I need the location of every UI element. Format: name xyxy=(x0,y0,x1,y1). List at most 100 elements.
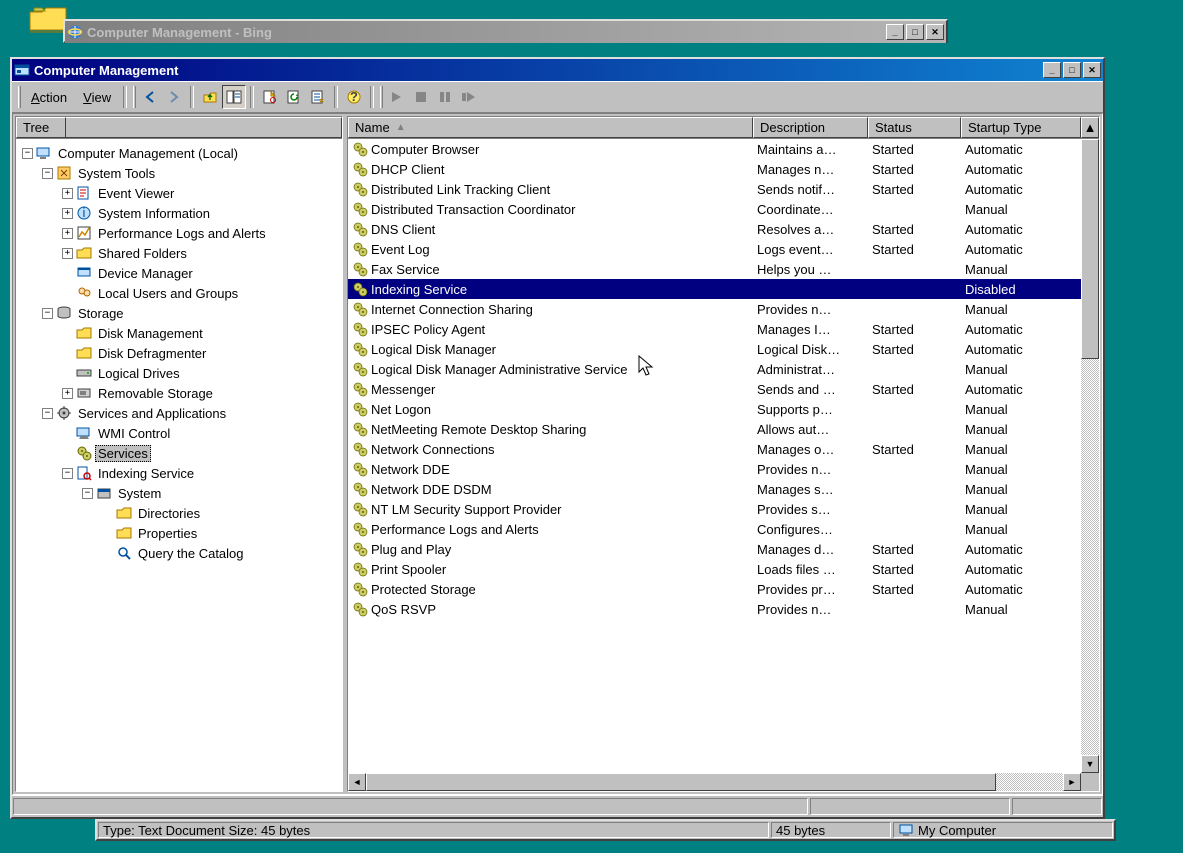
collapse-icon[interactable]: − xyxy=(82,488,93,499)
service-row[interactable]: DHCP ClientManages n…StartedAutomatic xyxy=(348,159,1081,179)
tree-tab[interactable]: Tree xyxy=(16,117,66,138)
service-row[interactable]: Fax ServiceHelps you …Manual xyxy=(348,259,1081,279)
service-startup: Automatic xyxy=(961,322,1081,337)
tree-item[interactable]: Query the Catalog xyxy=(16,543,342,563)
service-row[interactable]: NetMeeting Remote Desktop SharingAllows … xyxy=(348,419,1081,439)
tree-item[interactable]: +Performance Logs and Alerts xyxy=(16,223,342,243)
tree-item[interactable]: −Computer Management (Local) xyxy=(16,143,342,163)
background-window[interactable]: Computer Management - Bing _ □ ✕ xyxy=(63,19,948,43)
bg-maximize-button[interactable]: □ xyxy=(906,24,924,40)
tree-item[interactable]: +Removable Storage xyxy=(16,383,342,403)
titlebar[interactable]: Computer Management _ □ ✕ xyxy=(12,59,1103,81)
column-status[interactable]: Status xyxy=(868,117,961,138)
horizontal-scrollbar[interactable]: ◄ ► xyxy=(348,773,1081,791)
vertical-scrollbar[interactable]: ▼ xyxy=(1081,139,1099,773)
bg-close-button[interactable]: ✕ xyxy=(926,24,944,40)
service-row[interactable]: Network ConnectionsManages o…StartedManu… xyxy=(348,439,1081,459)
service-row[interactable]: Network DDE DSDMManages s…Manual xyxy=(348,479,1081,499)
service-row[interactable]: QoS RSVPProvides n…Manual xyxy=(348,599,1081,619)
service-row[interactable]: DNS ClientResolves a…StartedAutomatic xyxy=(348,219,1081,239)
service-row[interactable]: Logical Disk ManagerLogical Disk…Started… xyxy=(348,339,1081,359)
tree-item[interactable]: −System xyxy=(16,483,342,503)
tree-item[interactable]: −Storage xyxy=(16,303,342,323)
service-startup: Manual xyxy=(961,522,1081,537)
close-button[interactable]: ✕ xyxy=(1083,62,1101,78)
service-row[interactable]: Performance Logs and AlertsConfigures…Ma… xyxy=(348,519,1081,539)
collapse-icon[interactable]: − xyxy=(42,168,53,179)
service-description: Configures… xyxy=(753,522,868,537)
service-row[interactable]: Network DDEProvides n…Manual xyxy=(348,459,1081,479)
expand-icon[interactable]: + xyxy=(62,208,73,219)
service-row[interactable]: Computer BrowserMaintains a…StartedAutom… xyxy=(348,139,1081,159)
tree-item[interactable]: +iSystem Information xyxy=(16,203,342,223)
collapse-icon[interactable]: − xyxy=(62,468,73,479)
service-row[interactable]: Logical Disk Manager Administrative Serv… xyxy=(348,359,1081,379)
tree-item[interactable]: −System Tools xyxy=(16,163,342,183)
column-name[interactable]: Name▲ xyxy=(348,117,753,138)
service-startup: Automatic xyxy=(961,542,1081,557)
nav-back-button[interactable] xyxy=(138,85,162,109)
service-stop-button[interactable] xyxy=(409,85,433,109)
tree-item[interactable]: +Shared Folders xyxy=(16,243,342,263)
scroll-right-button[interactable]: ► xyxy=(1063,773,1081,791)
service-row[interactable]: Print SpoolerLoads files …StartedAutomat… xyxy=(348,559,1081,579)
service-row[interactable]: IPSEC Policy AgentManages I…StartedAutom… xyxy=(348,319,1081,339)
properties-button[interactable] xyxy=(258,85,282,109)
tree-twist-empty xyxy=(102,528,113,539)
service-start-button[interactable] xyxy=(385,85,409,109)
tree-item[interactable]: Local Users and Groups xyxy=(16,283,342,303)
scroll-down-button[interactable]: ▼ xyxy=(1081,755,1099,773)
up-folder-button[interactable] xyxy=(198,85,222,109)
tree-item[interactable]: Device Manager xyxy=(16,263,342,283)
maximize-button[interactable]: □ xyxy=(1063,62,1081,78)
minimize-button[interactable]: _ xyxy=(1043,62,1061,78)
nav-forward-button[interactable] xyxy=(162,85,186,109)
tree-item[interactable]: Disk Management xyxy=(16,323,342,343)
collapse-icon[interactable]: − xyxy=(42,408,53,419)
help-button[interactable]: ? xyxy=(342,85,366,109)
tree-twist-empty xyxy=(62,368,73,379)
tree-item[interactable]: Properties xyxy=(16,523,342,543)
tree-item[interactable]: Disk Defragmenter xyxy=(16,343,342,363)
service-row[interactable]: Internet Connection SharingProvides n…Ma… xyxy=(348,299,1081,319)
service-icon xyxy=(352,401,368,417)
service-row[interactable]: Distributed Transaction CoordinatorCoord… xyxy=(348,199,1081,219)
service-restart-button[interactable] xyxy=(457,85,481,109)
refresh-button[interactable] xyxy=(282,85,306,109)
column-description[interactable]: Description xyxy=(753,117,868,138)
bg-minimize-button[interactable]: _ xyxy=(886,24,904,40)
tree-item[interactable]: −Indexing Service xyxy=(16,463,342,483)
service-name: Internet Connection Sharing xyxy=(371,302,533,317)
service-row[interactable]: Indexing ServiceDisabled xyxy=(348,279,1081,299)
service-row[interactable]: MessengerSends and …StartedAutomatic xyxy=(348,379,1081,399)
column-startup-type[interactable]: Startup Type xyxy=(961,117,1081,138)
scroll-left-button[interactable]: ◄ xyxy=(348,773,366,791)
expand-icon[interactable]: + xyxy=(62,388,73,399)
expand-icon[interactable]: + xyxy=(62,248,73,259)
service-row[interactable]: Plug and PlayManages d…StartedAutomatic xyxy=(348,539,1081,559)
services-list[interactable]: Computer BrowserMaintains a…StartedAutom… xyxy=(348,139,1099,791)
collapse-icon[interactable]: − xyxy=(22,148,33,159)
tree-item[interactable]: +Event Viewer xyxy=(16,183,342,203)
tree-view[interactable]: −Computer Management (Local)−System Tool… xyxy=(16,139,342,791)
tree-item[interactable]: −Services and Applications xyxy=(16,403,342,423)
export-list-button[interactable] xyxy=(306,85,330,109)
scroll-up-button[interactable]: ▲ xyxy=(1081,117,1099,138)
desktop-folder-icon[interactable] xyxy=(28,2,68,34)
tree-item[interactable]: Services xyxy=(16,443,342,463)
service-pause-button[interactable] xyxy=(433,85,457,109)
tree-item[interactable]: WMI Control xyxy=(16,423,342,443)
service-row[interactable]: Protected StorageProvides pr…StartedAuto… xyxy=(348,579,1081,599)
service-row[interactable]: Net LogonSupports p…Manual xyxy=(348,399,1081,419)
service-row[interactable]: Distributed Link Tracking ClientSends no… xyxy=(348,179,1081,199)
service-row[interactable]: Event LogLogs event…StartedAutomatic xyxy=(348,239,1081,259)
expand-icon[interactable]: + xyxy=(62,188,73,199)
service-row[interactable]: NT LM Security Support ProviderProvides … xyxy=(348,499,1081,519)
tree-item[interactable]: Directories xyxy=(16,503,342,523)
tree-item[interactable]: Logical Drives xyxy=(16,363,342,383)
menu-view[interactable]: View xyxy=(75,88,119,107)
collapse-icon[interactable]: − xyxy=(42,308,53,319)
menu-action[interactable]: Action xyxy=(23,88,75,107)
expand-icon[interactable]: + xyxy=(62,228,73,239)
show-tree-button[interactable] xyxy=(222,85,246,109)
